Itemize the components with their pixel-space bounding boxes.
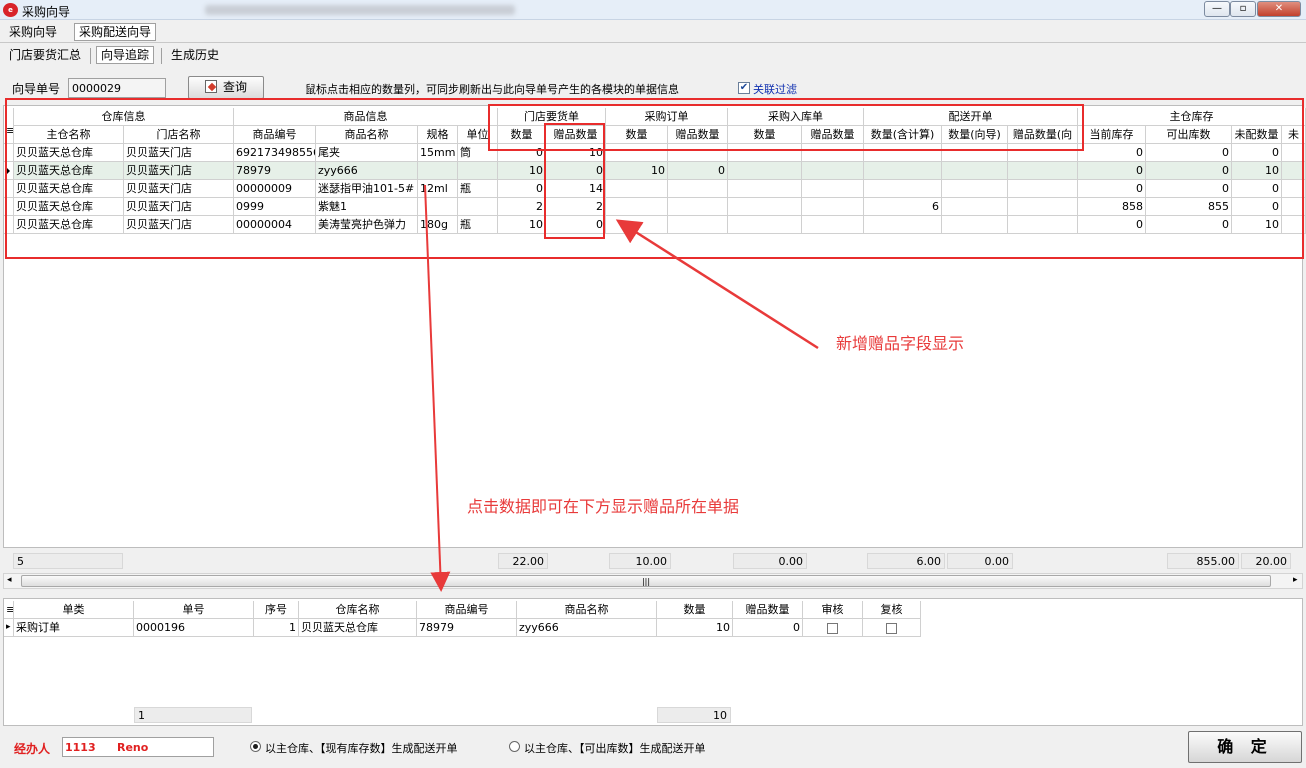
annotation-arrows <box>424 184 819 592</box>
annotation-new-field: 新增赠品字段显示 <box>836 334 965 353</box>
annotation-click-hint: 点击数据即可在下方显示赠品所在单据 <box>467 497 740 516</box>
